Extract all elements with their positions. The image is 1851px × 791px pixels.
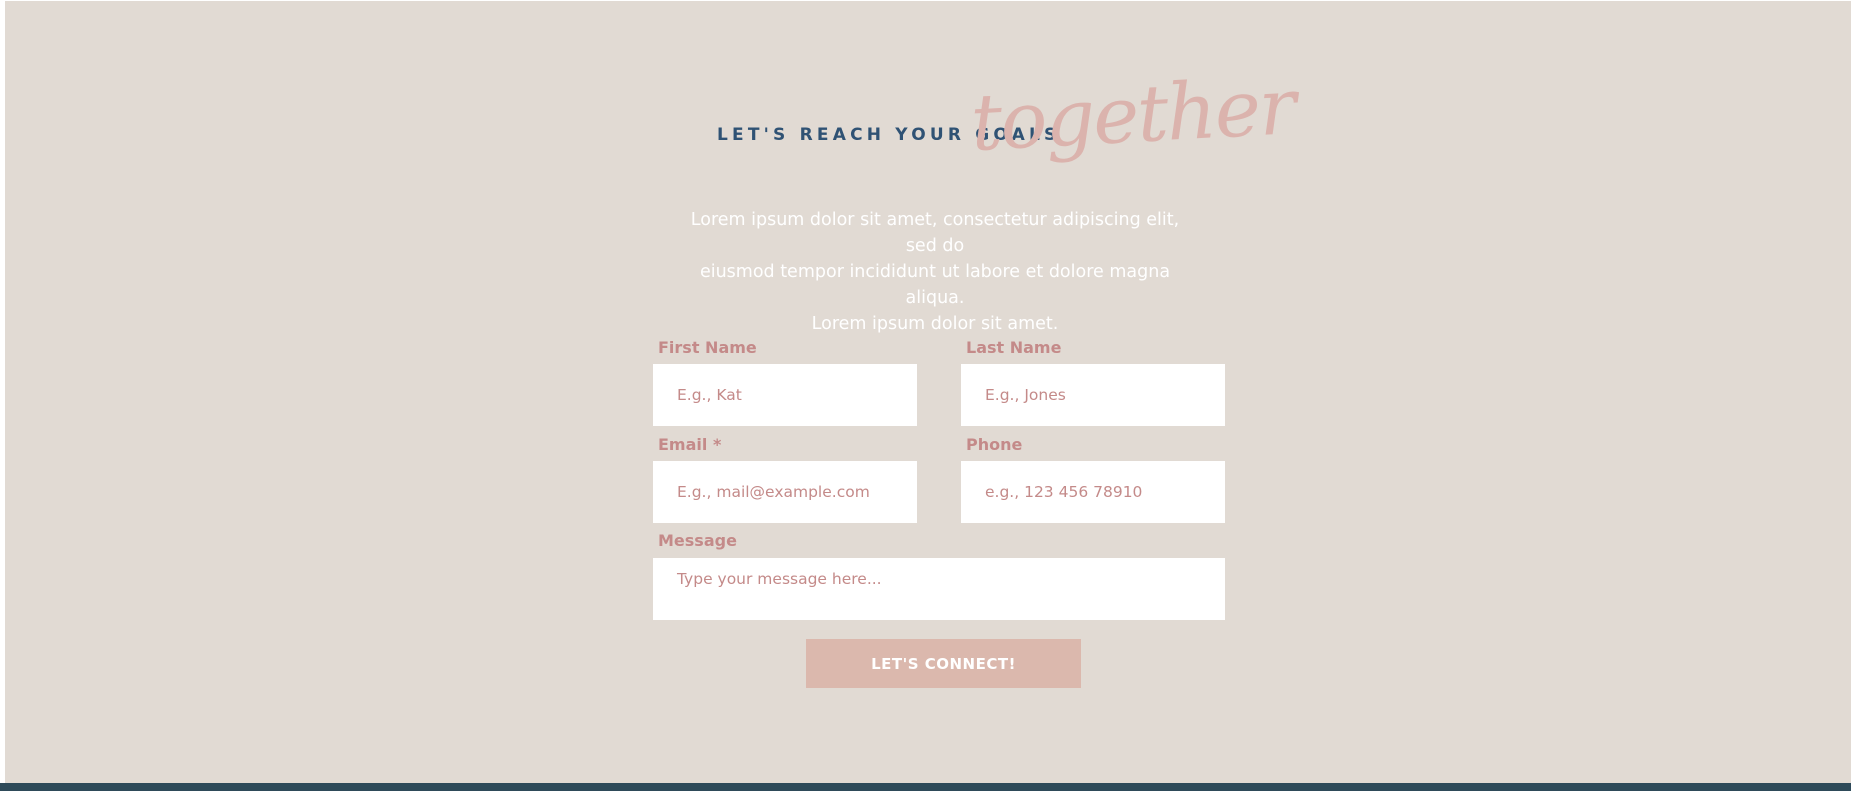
intro-text: Lorem ipsum dolor sit amet, consectetur … [677, 207, 1193, 337]
first-name-input[interactable] [653, 364, 917, 426]
email-input[interactable] [653, 461, 917, 523]
intro-line: Lorem ipsum dolor sit amet, consectetur … [690, 210, 1180, 256]
last-name-input[interactable] [961, 364, 1225, 426]
phone-input[interactable] [961, 461, 1225, 523]
first-name-label: First Name [658, 338, 757, 357]
email-label: Email * [658, 435, 722, 454]
message-label: Message [658, 531, 737, 550]
intro-line: eiusmod tempor incididunt ut labore et d… [699, 262, 1171, 308]
phone-label: Phone [966, 435, 1023, 454]
lets-connect-button[interactable]: LET'S CONNECT! [806, 639, 1081, 688]
intro-line: Lorem ipsum dolor sit amet. [811, 314, 1059, 334]
footer-strip [0, 783, 1851, 791]
contact-section: LET'S REACH YOUR GOALS together Lorem ip… [5, 1, 1851, 783]
message-textarea[interactable] [653, 558, 1225, 620]
last-name-label: Last Name [966, 338, 1062, 357]
heading-script-word: together [968, 62, 1297, 169]
